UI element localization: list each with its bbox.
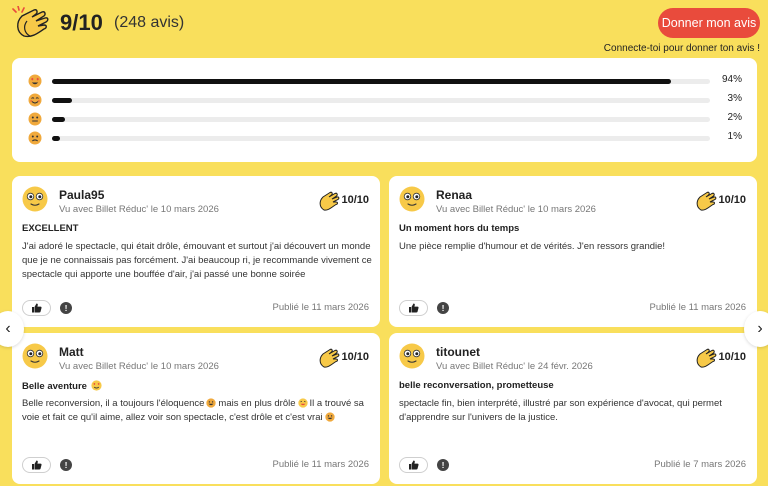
published-date: Publié le 11 mars 2026 — [272, 302, 369, 313]
seen-with-date: Vu avec Billet Réduc' le 10 mars 2026 — [59, 361, 219, 372]
review-card: Paula95 Vu avec Billet Réduc' le 10 mars… — [12, 176, 380, 327]
carousel-next-button[interactable]: › — [744, 311, 768, 347]
distribution-row: 3% — [28, 92, 742, 108]
review-card: Matt Vu avec Billet Réduc' le 10 mars 20… — [12, 333, 380, 484]
thumbs-up-icon — [409, 303, 419, 313]
chevron-right-icon: › — [757, 320, 763, 337]
report-button[interactable]: ! — [60, 302, 72, 314]
thumbs-up-icon — [32, 460, 42, 470]
distribution-track — [52, 117, 710, 122]
distribution-fill — [52, 79, 671, 84]
like-button[interactable] — [399, 457, 428, 473]
review-card: titounet Vu avec Billet Réduc' le 24 fév… — [389, 333, 757, 484]
connect-to-review-link[interactable]: Connecte-toi pour donner ton avis ! — [604, 43, 760, 54]
report-button[interactable]: ! — [437, 302, 449, 314]
distribution-fill — [52, 117, 66, 122]
reviewer-name: Matt — [59, 345, 84, 359]
report-button[interactable]: ! — [437, 459, 449, 471]
review-title: EXCELLENT — [22, 223, 79, 234]
smiley-avatar-icon — [399, 186, 425, 212]
smiley-avatar-icon — [22, 343, 48, 369]
review-title: belle reconversation, prometteuse — [399, 380, 554, 391]
chevron-left-icon: ‹ — [5, 320, 11, 337]
seen-with-date: Vu avec Billet Réduc' le 24 févr. 2026 — [436, 361, 593, 372]
review-body: Une pièce remplie d'humour et de vérités… — [399, 241, 666, 252]
clapping-hands-icon — [319, 348, 340, 368]
distribution-percent: 94% — [721, 74, 742, 85]
distribution-percent: 1% — [727, 131, 742, 142]
grinning-emoji-icon — [324, 412, 335, 422]
review-body: J'ai adoré le spectacle, qui était drôle… — [22, 241, 372, 280]
distribution-row: 2% — [28, 111, 742, 127]
distribution-percent: 3% — [727, 93, 742, 104]
review-body: Belle reconversion, il a toujours l'éloq… — [22, 398, 364, 423]
distribution-track — [52, 79, 710, 84]
review-rating: 10/10 — [718, 351, 746, 363]
published-date: Publié le 7 mars 2026 — [654, 459, 746, 470]
heart-eyes-emoji-icon — [91, 380, 102, 391]
distribution-fill — [52, 98, 72, 103]
sad-face-icon — [28, 131, 42, 145]
clapping-hands-icon — [696, 348, 717, 368]
rating-distribution: 94% 3% 2% 1% — [12, 58, 757, 162]
review-card: Renaa Vu avec Billet Réduc' le 10 mars 2… — [389, 176, 757, 327]
published-date: Publié le 11 mars 2026 — [272, 459, 369, 470]
thumbs-up-icon — [32, 303, 42, 313]
review-title: Un moment hors du temps — [399, 223, 520, 234]
like-button[interactable] — [399, 300, 428, 316]
rating-header: 9/10 (248 avis) Donner mon avis Connecte… — [12, 6, 760, 54]
like-button[interactable] — [22, 457, 51, 473]
distribution-track — [52, 98, 710, 103]
reviewer-name: Paula95 — [59, 188, 105, 202]
heart-eyes-face-icon — [28, 74, 42, 88]
review-rating: 10/10 — [341, 194, 369, 206]
grinning-emoji-icon — [206, 398, 217, 408]
like-button[interactable] — [22, 300, 51, 316]
published-date: Publié le 11 mars 2026 — [649, 302, 746, 313]
average-score: 9/10 — [60, 10, 103, 35]
seen-with-date: Vu avec Billet Réduc' le 10 mars 2026 — [436, 204, 596, 215]
report-button[interactable]: ! — [60, 459, 72, 471]
review-count: (248 avis) — [114, 14, 185, 31]
smiley-avatar-icon — [399, 343, 425, 369]
review-title: Belle aventure — [22, 380, 102, 392]
review-body: spectacle fin, bien interprété, illustré… — [399, 398, 722, 423]
distribution-row: 94% — [28, 73, 742, 89]
neutral-face-icon — [28, 112, 42, 126]
distribution-fill — [52, 136, 60, 141]
smiley-avatar-icon — [22, 186, 48, 212]
reviewer-name: titounet — [436, 345, 480, 359]
review-rating: 10/10 — [341, 351, 369, 363]
distribution-row: 1% — [28, 130, 742, 146]
seen-with-date: Vu avec Billet Réduc' le 10 mars 2026 — [59, 204, 219, 215]
reviewer-name: Renaa — [436, 188, 473, 202]
clapping-hands-icon — [12, 6, 49, 38]
smiling-face-icon — [28, 93, 42, 107]
laughing-emoji-icon — [297, 398, 308, 408]
distribution-track — [52, 136, 710, 141]
clapping-hands-icon — [319, 191, 340, 211]
review-rating: 10/10 — [718, 194, 746, 206]
clapping-hands-icon — [696, 191, 717, 211]
give-review-button[interactable]: Donner mon avis — [658, 8, 760, 38]
thumbs-up-icon — [409, 460, 419, 470]
distribution-percent: 2% — [727, 112, 742, 123]
